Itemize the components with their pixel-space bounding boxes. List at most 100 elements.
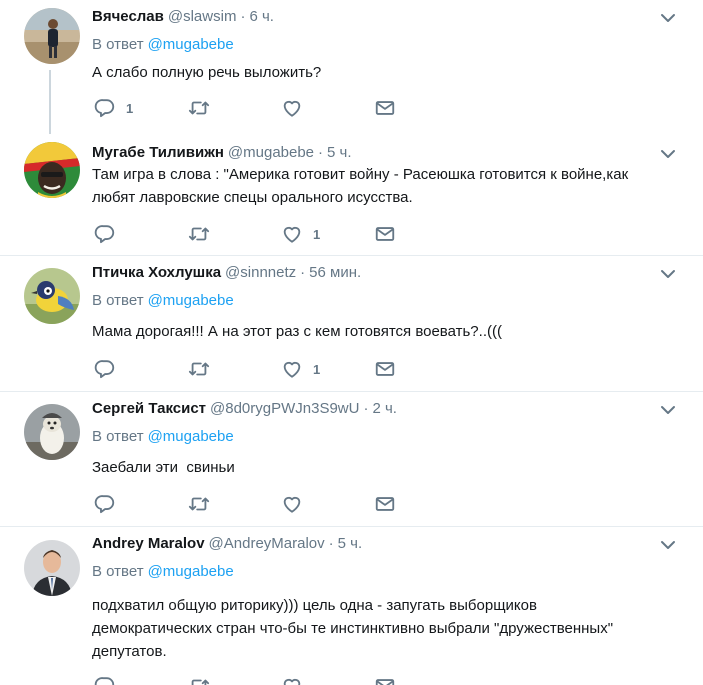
mention-link[interactable]: @mugabebe [148, 428, 234, 445]
retweet-button[interactable] [188, 493, 210, 515]
direct-message-button[interactable] [374, 493, 396, 515]
chevron-down-icon[interactable] [658, 8, 678, 28]
reply-prefix: В ответ [92, 428, 144, 445]
like-button[interactable] [281, 675, 303, 685]
reply-prefix: В ответ [92, 36, 144, 53]
tweet[interactable]: Птичка Хохлушка @sinnnetz · 56 мин. В ответ… [0, 256, 703, 391]
tweet-text: Мама дорогая!!! А на этот раз с кем гото… [92, 320, 682, 343]
direct-message-button[interactable] [374, 97, 396, 119]
heart-icon [283, 226, 301, 243]
like-button[interactable]: 1 [281, 358, 320, 380]
like-button[interactable] [281, 97, 303, 119]
tweet-text: Заебали эти свиньи [92, 456, 682, 479]
tweet-actions: 1 [94, 223, 414, 245]
reply-button[interactable] [94, 358, 116, 380]
like-button[interactable]: 1 [281, 223, 320, 245]
reply-button[interactable] [94, 493, 116, 515]
reply-icon [94, 677, 115, 685]
tweet-header: Птичка Хохлушка @sinnnetz · 56 мин. [92, 263, 361, 283]
tweet-text: Там игра в слова : "Америка готовит войн… [92, 163, 682, 209]
heart-icon [283, 496, 301, 513]
author-handle[interactable]: @AndreyMaralov [209, 535, 325, 552]
mention-link[interactable]: @mugabebe [148, 292, 234, 309]
reply-prefix: В ответ [92, 563, 144, 580]
tweet-header: Сергей Таксист @8d0rygPWJn3S9wU · 2 ч. [92, 399, 397, 419]
retweet-icon [188, 227, 210, 241]
reply-icon [94, 225, 115, 244]
chevron-down-icon[interactable] [658, 264, 678, 284]
tweet-text-line: Заебали эти свиньи [92, 459, 235, 476]
mention-link[interactable]: @mugabebe [148, 36, 234, 53]
like-count: 1 [313, 361, 321, 377]
chevron-down-icon[interactable] [658, 535, 678, 555]
chevron-down-icon[interactable] [658, 144, 678, 164]
tweet-header: Вячеслав @slawsim · 6 ч. [92, 7, 274, 27]
author-handle[interactable]: @8d0rygPWJn3S9wU [210, 400, 359, 417]
author-name[interactable]: Сергей Таксист [92, 400, 206, 417]
tweet-header: Мугабе Тиливижн @mugabebe · 5 ч. [92, 143, 352, 163]
tweet[interactable]: Andrey Maralov @AndreyMaralov · 5 ч. В отве… [0, 527, 703, 685]
retweet-icon [191, 679, 210, 685]
like-count: 1 [313, 226, 321, 242]
reply-button[interactable] [94, 675, 116, 685]
reply-icon [94, 495, 115, 514]
avatar[interactable] [24, 268, 80, 324]
retweet-icon [188, 497, 210, 511]
tweet-text-line: Мама дорогая!!! А на этот раз с кем гото… [92, 323, 502, 340]
direct-message-button[interactable] [374, 675, 396, 685]
envelope-icon [375, 497, 395, 511]
tweet[interactable]: Сергей Таксист @8d0rygPWJn3S9wU · 2 ч. В от… [0, 392, 703, 526]
direct-message-button[interactable] [374, 358, 396, 380]
tweet-time[interactable]: 56 мин. [309, 264, 361, 281]
tweet-actions: 1 [94, 97, 414, 119]
tweet-time[interactable]: 5 ч. [327, 144, 352, 161]
author-name[interactable]: Andrey Maralov [92, 535, 205, 552]
tweet-time[interactable]: 2 ч. [372, 400, 397, 417]
avatar[interactable] [24, 404, 80, 460]
tweet-text-line: подхватил общую риторику))) цель одна - … [92, 597, 537, 614]
reply-context: В ответ @mugabebe [92, 427, 234, 447]
avatar[interactable] [24, 540, 80, 596]
author-handle[interactable]: @mugabebe [228, 144, 314, 161]
tweet[interactable]: Мугабе Тиливижн @mugabebe · 5 ч. Там игра в… [0, 136, 703, 255]
retweet-button[interactable] [188, 223, 210, 245]
envelope-icon [375, 679, 395, 685]
retweet-icon [188, 362, 210, 376]
separator-dot: · [300, 264, 306, 281]
tweet-feed: Вячеслав @slawsim · 6 ч. В ответ @mugabebe А… [0, 0, 703, 685]
author-name[interactable]: Вячеслав [92, 8, 164, 25]
author-handle[interactable]: @sinnnetz [225, 264, 296, 281]
retweet-button[interactable] [188, 675, 210, 685]
author-handle[interactable]: @slawsim [168, 8, 237, 25]
envelope-icon [375, 362, 395, 376]
reply-context: В ответ @mugabebe [92, 562, 234, 582]
reply-count: 1 [126, 100, 134, 116]
retweet-button[interactable] [188, 358, 210, 380]
like-button[interactable] [281, 493, 303, 515]
tweet-text-line: любят лавровские спецы орального исусств… [92, 189, 413, 206]
mention-link[interactable]: @mugabebe [148, 563, 234, 580]
retweet-button[interactable] [188, 97, 210, 119]
reply-context: В ответ @mugabebe [92, 35, 234, 55]
tweet-actions [94, 675, 414, 685]
tweet-text: А слабо полную речь выложить? [92, 61, 682, 84]
tweet-text-line: демократических стран что-бы те инстинкт… [92, 620, 614, 637]
envelope-icon [375, 101, 395, 115]
tweet-time[interactable]: 5 ч. [338, 535, 363, 552]
author-name[interactable]: Птичка Хохлушка [92, 264, 221, 281]
reply-context: В ответ @mugabebe [92, 291, 234, 311]
direct-message-button[interactable] [374, 223, 396, 245]
author-name[interactable]: Мугабе Тиливижн [92, 144, 224, 161]
heart-icon [283, 678, 301, 685]
tweet-text: подхватил общую риторику))) цель одна - … [92, 594, 682, 663]
reply-icon [94, 360, 115, 379]
reply-button[interactable]: 1 [94, 97, 133, 119]
avatar[interactable] [24, 8, 80, 64]
tweet-actions [94, 493, 414, 515]
chevron-down-icon[interactable] [658, 400, 678, 420]
reply-button[interactable] [94, 223, 116, 245]
tweet-header: Andrey Maralov @AndreyMaralov · 5 ч. [92, 534, 362, 554]
tweet-time[interactable]: 6 ч. [249, 8, 274, 25]
avatar[interactable] [24, 142, 80, 198]
tweet[interactable]: Вячеслав @slawsim · 6 ч. В ответ @mugabebe А… [0, 0, 703, 136]
